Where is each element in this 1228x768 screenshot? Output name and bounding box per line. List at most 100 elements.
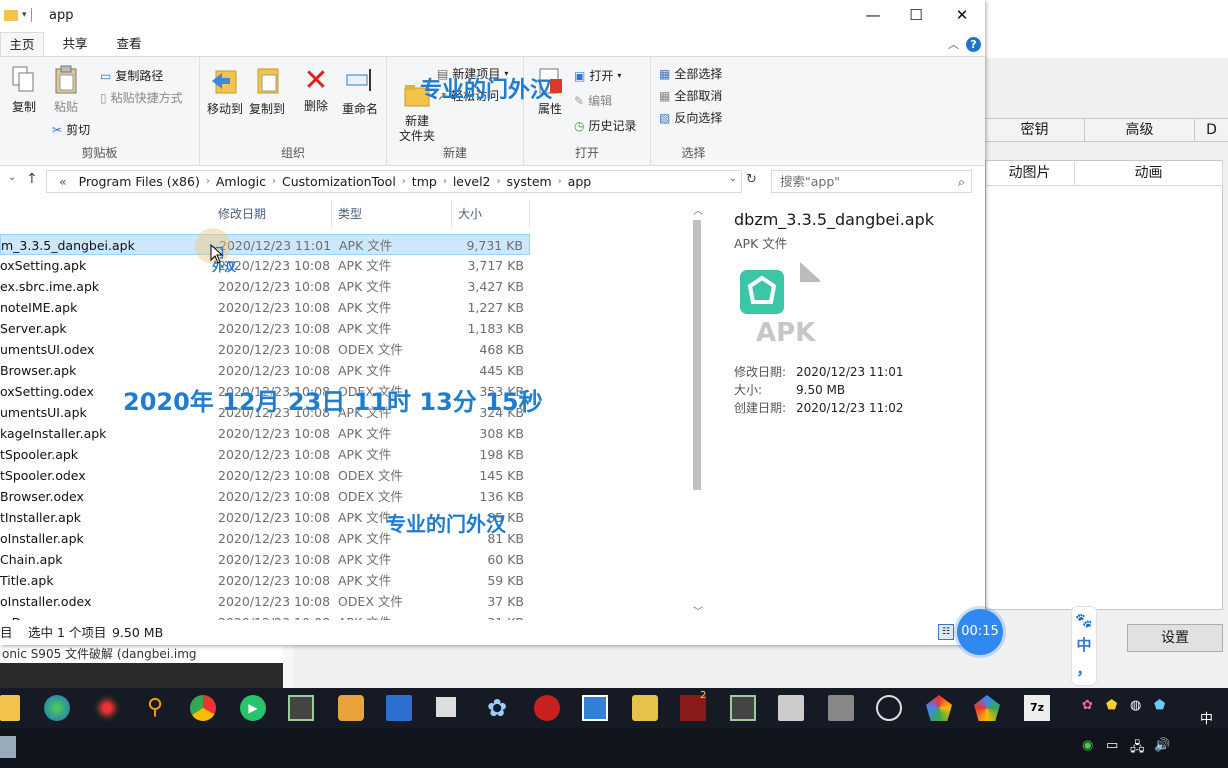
file-row[interactable]: m_3.3.5_dangbei.apk 2020/12/23 11:01 APK 文… (0, 234, 530, 255)
invert-selection-button[interactable]: ▧ 反向选择 (659, 109, 722, 126)
network-app-icon[interactable] (386, 695, 412, 721)
file-row[interactable]: tSpooler.apk 2020/12/23 10:08 APK 文件 198 KB (0, 444, 530, 465)
chip-tool-2-icon[interactable] (730, 695, 756, 721)
file-row[interactable]: Chain.apk 2020/12/23 10:08 APK 文件 60 KB (0, 549, 530, 570)
delete-button[interactable]: ✕ 删除 (298, 65, 334, 114)
address-overflow[interactable]: « (53, 174, 73, 189)
close-button[interactable]: ✕ (939, 0, 985, 30)
history-button[interactable]: ◷ 历史记录 (574, 117, 637, 134)
breadcrumb-level2[interactable]: level2 (447, 174, 497, 189)
refresh-icon[interactable]: ↻ (746, 172, 757, 187)
tab-key[interactable]: 密钥 (985, 119, 1085, 141)
tab-d[interactable]: D (1195, 119, 1228, 141)
chevron-up-icon[interactable]: ︿ (948, 36, 959, 52)
paste-shortcut-button[interactable]: ▯ 粘贴快捷方式 (100, 89, 183, 106)
obs-tray-icon[interactable]: ◍ (1130, 698, 1141, 713)
tray-app-icon[interactable]: ⬟ (1106, 698, 1117, 713)
breadcrumb-tmp[interactable]: tmp (406, 174, 443, 189)
mobile-app-icon[interactable] (0, 736, 16, 758)
obs-icon[interactable] (876, 695, 902, 721)
chevron-down-icon[interactable]: ⌄ (729, 173, 737, 184)
magnifier-app-icon[interactable] (632, 695, 658, 721)
column-size[interactable]: 大小 (452, 200, 530, 228)
breadcrumb-customizationtool[interactable]: CustomizationTool (276, 174, 402, 189)
copy-path-button[interactable]: ▭ 复制路径 (100, 67, 163, 84)
browser-globe-icon[interactable] (44, 695, 70, 721)
file-row[interactable]: noteIME.apk 2020/12/23 10:08 APK 文件 1,227 K… (0, 297, 530, 318)
breadcrumb-amlogic[interactable]: Amlogic (210, 174, 272, 189)
tab-advanced[interactable]: 高级 (1085, 119, 1195, 141)
puzzle-icon[interactable]: ✿ (484, 695, 510, 721)
tab-home[interactable]: 主页 (0, 32, 44, 56)
app-orange-icon[interactable] (338, 695, 364, 721)
file-row[interactable]: ex.sbrc.ime.apk 2020/12/23 10:08 APK 文件 3,4… (0, 276, 530, 297)
ime-floating-bar[interactable]: 🐾 中 ， (1071, 606, 1097, 686)
play-app-icon[interactable]: ▶ (240, 695, 266, 721)
chevron-down-icon[interactable]: ▾ (22, 10, 27, 20)
file-row[interactable]: Browser.apk 2020/12/23 10:08 APK 文件 445 KB (0, 360, 530, 381)
select-all-button[interactable]: ▦ 全部选择 (659, 65, 722, 82)
ime-punctuation[interactable]: ， (1072, 657, 1096, 681)
ime-chinese-mode[interactable]: 中 (1072, 633, 1096, 657)
7zip-icon[interactable]: 7z (1024, 695, 1050, 721)
file-row[interactable]: e.D..... 2020/12/23 10:08 APK 文件 31 KB (0, 612, 530, 620)
details-view-icon[interactable]: ☷ (938, 624, 954, 640)
copy-to-button[interactable]: 复制到 (246, 65, 288, 117)
move-to-button[interactable]: 移动到 (204, 65, 246, 117)
minimize-button[interactable]: — (850, 0, 896, 30)
red-app-icon[interactable] (534, 695, 560, 721)
display-icon[interactable]: ▭ (1106, 738, 1118, 753)
help-icon[interactable]: ? (966, 37, 981, 52)
open-button[interactable]: ▣ 打开 ▾ (574, 67, 621, 84)
file-row[interactable]: Browser.odex 2020/12/23 10:08 ODEX 文件 136 K… (0, 486, 530, 507)
recent-locations-chevron-icon[interactable]: ⌄ (8, 172, 16, 183)
pentagon-app-icon[interactable] (926, 695, 952, 721)
rename-button[interactable]: 重命名 (338, 65, 382, 117)
file-row[interactable]: umentsUI.odex 2020/12/23 10:08 ODEX 文件 468 … (0, 339, 530, 360)
maximize-button[interactable]: ☐ (893, 0, 939, 30)
scroll-down-arrow-icon[interactable]: ﹀ (693, 603, 703, 618)
cut-button[interactable]: ✂ 剪切 (52, 121, 90, 138)
vertical-scrollbar[interactable]: ︿ ﹀ (689, 200, 706, 620)
media-app-icon[interactable] (94, 695, 120, 721)
tab-view[interactable]: 查看 (106, 32, 152, 56)
chip-tool-icon[interactable] (288, 695, 314, 721)
breadcrumb-program-files[interactable]: Program Files (x86) (73, 174, 206, 189)
file-explorer-taskbar-icon[interactable] (0, 695, 20, 721)
recording-timer[interactable]: 00:15 (957, 609, 1003, 655)
network-globe-icon[interactable]: ◉ (1082, 738, 1093, 753)
copy-button[interactable]: 复制 (6, 65, 42, 115)
pentagon-app-2-icon[interactable] (974, 695, 1000, 721)
network-icon[interactable]: 🖧 (1130, 738, 1145, 760)
scroll-up-arrow-icon[interactable]: ︿ (693, 202, 703, 217)
search-input[interactable]: 搜索"app" ⌕ (771, 170, 972, 193)
edit-button[interactable]: ✎ 编辑 (574, 92, 612, 109)
scrollbar-thumb[interactable] (693, 220, 701, 490)
column-animation[interactable]: 动画 (1075, 162, 1223, 185)
volume-icon[interactable]: 🔊 (1154, 738, 1170, 753)
remote-desktop-icon[interactable] (582, 695, 608, 721)
up-arrow-icon[interactable]: ↑ (26, 171, 38, 187)
breadcrumb-app[interactable]: app (562, 174, 598, 189)
flower-tray-icon[interactable]: ✿ (1082, 698, 1093, 713)
breadcrumb-system[interactable]: system (501, 174, 558, 189)
printer-icon[interactable] (778, 695, 804, 721)
search-tool-icon[interactable]: ⚲ (142, 695, 168, 721)
column-animated-image[interactable]: 动图片 (985, 162, 1075, 185)
paste-button[interactable]: 粘贴 (48, 65, 84, 115)
settings-button[interactable]: 设置 (1127, 624, 1223, 652)
column-type[interactable]: 类型 (332, 200, 452, 228)
monitor-app-icon[interactable] (828, 695, 854, 721)
select-none-button[interactable]: ▦ 全部取消 (659, 87, 722, 104)
ime-tray-indicator[interactable]: 中 (1200, 708, 1213, 727)
chrome-icon[interactable] (190, 695, 216, 721)
file-row[interactable]: Server.apk 2020/12/23 10:08 APK 文件 1,183 KB (0, 318, 530, 339)
address-bar[interactable]: « Program Files (x86) › Amlogic › Customiz… (46, 170, 742, 193)
file-row[interactable]: oInstaller.odex 2020/12/23 10:08 ODEX 文件 37… (0, 591, 530, 612)
file-icon[interactable] (436, 697, 456, 717)
file-row[interactable]: oxSetting.apk 2020/12/23 10:08 APK 文件 3,717… (0, 255, 530, 276)
file-row[interactable]: Title.apk 2020/12/23 10:08 APK 文件 59 KB (0, 570, 530, 591)
file-row[interactable]: tSpooler.odex 2020/12/23 10:08 ODEX 文件 145 … (0, 465, 530, 486)
file-row[interactable]: kageInstaller.apk 2020/12/23 10:08 APK 文件 3… (0, 423, 530, 444)
tab-share[interactable]: 共享 (52, 32, 98, 56)
